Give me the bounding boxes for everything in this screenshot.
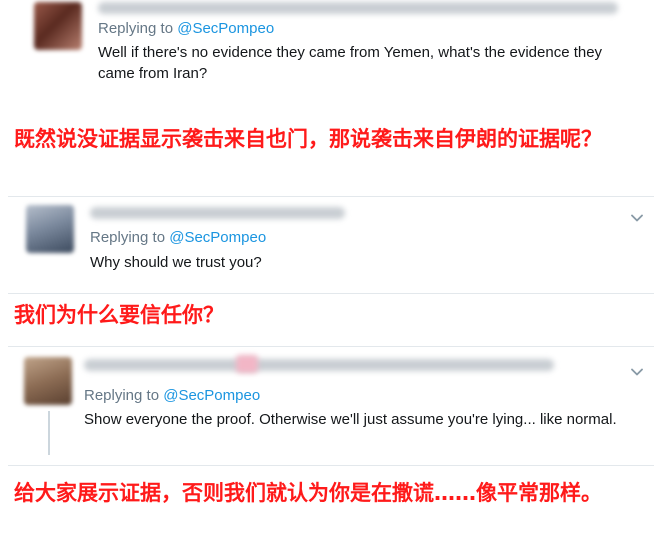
tweet-text: Why should we trust you? bbox=[90, 254, 262, 271]
replying-to-line: Replying to @SecPompeo bbox=[90, 229, 266, 246]
replying-prefix: Replying to bbox=[98, 20, 178, 37]
chinese-translation-1: 既然说没证据显示袭击来自也门，那说袭击来自伊朗的证据呢？ bbox=[14, 127, 602, 151]
chevron-down-icon[interactable] bbox=[630, 365, 644, 379]
avatar[interactable] bbox=[34, 2, 82, 50]
blurred-username bbox=[90, 207, 345, 219]
tweet-card-2[interactable]: Replying to @SecPompeo Why should we tru… bbox=[8, 196, 654, 294]
blurred-emoji bbox=[236, 355, 258, 373]
avatar[interactable] bbox=[24, 357, 72, 405]
avatar[interactable] bbox=[26, 205, 74, 253]
chinese-translation-3: 给大家展示证据，否则我们就认为你是在撒谎……像平常那样。 bbox=[14, 481, 602, 505]
thread-connector-line bbox=[48, 411, 50, 455]
tweet-card-3[interactable]: Replying to @SecPompeo Show everyone the… bbox=[8, 346, 654, 466]
tweet-text: Show everyone the proof. Otherwise we'll… bbox=[84, 411, 617, 428]
replying-prefix: Replying to bbox=[84, 387, 164, 404]
mention-link[interactable]: @SecPompeo bbox=[177, 20, 274, 37]
blurred-username bbox=[84, 359, 554, 371]
mention-link[interactable]: @SecPompeo bbox=[169, 229, 266, 246]
tweet-card-1[interactable]: Replying to @SecPompeo Well if there's n… bbox=[8, 0, 654, 112]
replying-to-line: Replying to @SecPompeo bbox=[84, 387, 260, 404]
chinese-translation-2: 我们为什么要信任你？ bbox=[14, 303, 224, 327]
replying-to-line: Replying to @SecPompeo bbox=[98, 20, 274, 37]
replying-prefix: Replying to bbox=[90, 229, 170, 246]
chevron-down-icon[interactable] bbox=[630, 211, 644, 225]
tweet-text: Well if there's no evidence they came fr… bbox=[98, 44, 603, 82]
blurred-username bbox=[98, 2, 618, 14]
mention-link[interactable]: @SecPompeo bbox=[163, 387, 260, 404]
